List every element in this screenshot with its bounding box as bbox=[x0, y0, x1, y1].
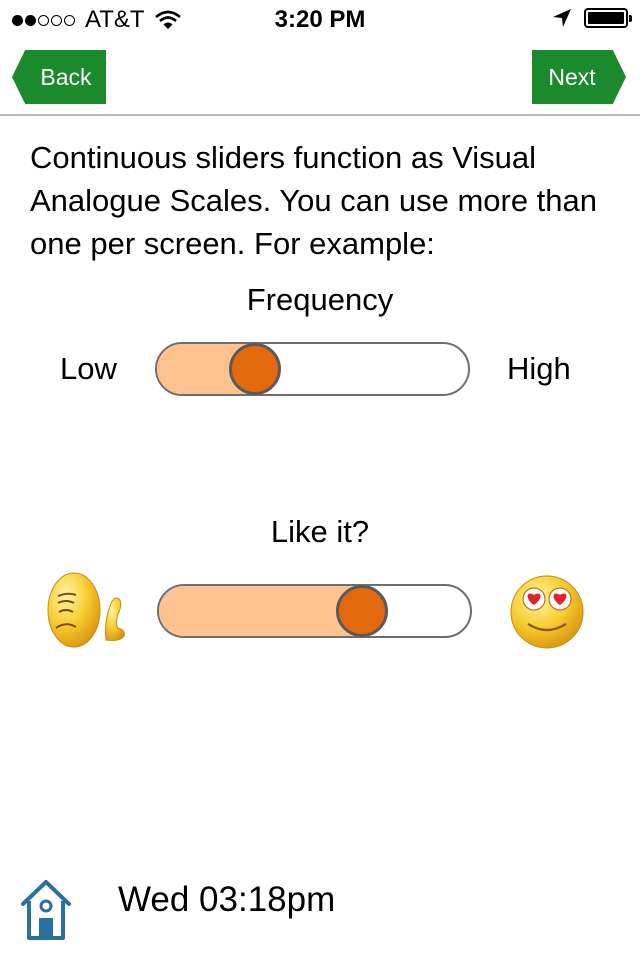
like-it-slider-thumb[interactable] bbox=[335, 585, 388, 637]
frequency-slider-thumb[interactable] bbox=[228, 343, 281, 395]
status-right bbox=[552, 8, 632, 28]
next-button[interactable]: Next bbox=[532, 50, 626, 104]
like-it-slider-fill bbox=[159, 586, 364, 636]
sad-face-emoji-icon bbox=[47, 572, 125, 648]
frequency-slider[interactable] bbox=[155, 342, 470, 396]
slider-max-label: High bbox=[507, 351, 571, 386]
battery-icon bbox=[584, 8, 632, 28]
current-datetime: Wed 03:18pm bbox=[118, 880, 336, 919]
status-time: 3:20 PM bbox=[274, 6, 366, 33]
slider-title-frequency: Frequency bbox=[246, 282, 394, 317]
like-it-slider[interactable] bbox=[157, 584, 472, 638]
intro-text: Continuous sliders function as Visual An… bbox=[30, 140, 598, 261]
location-arrow-icon bbox=[553, 9, 571, 27]
slider-min-label: Low bbox=[60, 351, 117, 386]
home-icon[interactable] bbox=[18, 878, 74, 940]
heart-eyes-emoji-icon bbox=[510, 575, 584, 649]
back-button[interactable]: Back bbox=[12, 50, 106, 104]
navigation-bar: Back Next bbox=[0, 40, 640, 116]
slider-title-like-it: Like it? bbox=[270, 514, 370, 549]
status-bar: AT&T 3:20 PM bbox=[0, 0, 640, 40]
